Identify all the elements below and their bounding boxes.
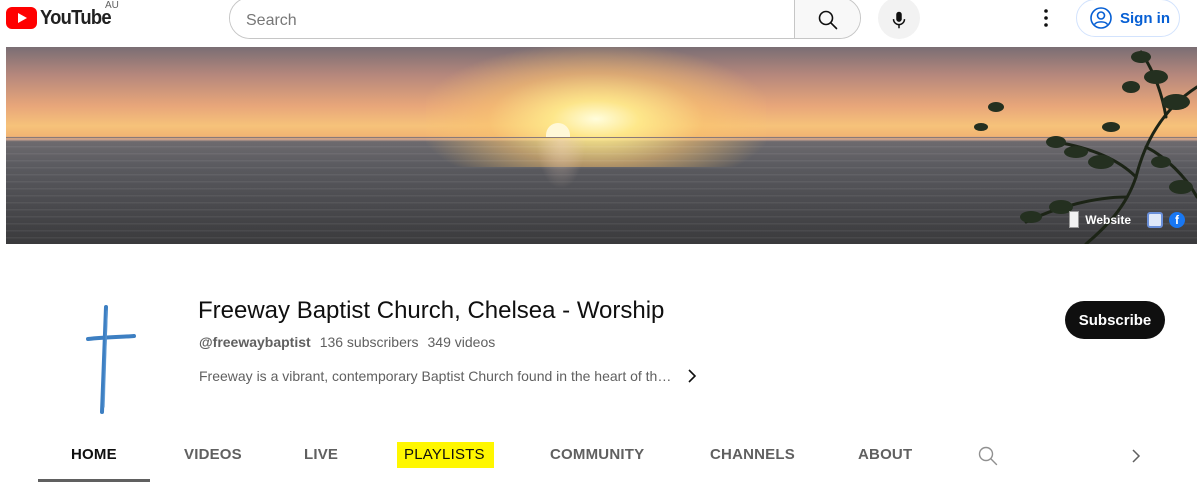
channel-tabs: HOME VIDEOS LIVE PLAYLISTS COMMUNITY CHA… bbox=[0, 432, 1200, 482]
channel-avatar[interactable] bbox=[60, 287, 150, 417]
more-vert-icon bbox=[1044, 9, 1048, 27]
video-count: 349 videos bbox=[427, 334, 496, 350]
website-favicon-icon bbox=[1069, 211, 1080, 228]
tab-videos[interactable]: VIDEOS bbox=[184, 446, 242, 463]
website-link[interactable]: Website bbox=[1069, 211, 1131, 228]
sign-in-button[interactable]: Sign in bbox=[1076, 0, 1180, 37]
facebook-icon[interactable]: f bbox=[1169, 211, 1185, 228]
website-link-label: Website bbox=[1085, 212, 1131, 227]
channel-name: Freeway Baptist Church, Chelsea - Worshi… bbox=[198, 297, 665, 324]
search-button[interactable] bbox=[794, 0, 860, 38]
tab-about[interactable]: ABOUT bbox=[858, 446, 912, 463]
tab-community[interactable]: COMMUNITY bbox=[550, 446, 644, 463]
voice-search-button[interactable] bbox=[878, 0, 920, 39]
youtube-logo-icon bbox=[6, 7, 37, 29]
search-input[interactable] bbox=[230, 0, 794, 38]
search-box bbox=[229, 0, 861, 39]
cross-avatar-icon bbox=[86, 305, 136, 414]
tab-channels[interactable]: CHANNELS bbox=[710, 446, 795, 463]
description-text: Freeway is a vibrant, contemporary Bapti… bbox=[199, 368, 672, 384]
channel-banner: Website f bbox=[6, 47, 1197, 244]
channel-handle: @freewaybaptist bbox=[199, 334, 311, 350]
country-code: AU bbox=[105, 0, 119, 11]
globe-favicon-icon[interactable] bbox=[1147, 211, 1163, 228]
sun-reflection bbox=[536, 139, 586, 189]
active-tab-underline bbox=[38, 479, 150, 482]
banner-links: Website f bbox=[1069, 211, 1185, 228]
sign-in-label: Sign in bbox=[1120, 9, 1170, 27]
channel-description[interactable]: Freeway is a vibrant, contemporary Bapti… bbox=[199, 368, 697, 384]
masthead: YouTube AU Sign in bbox=[0, 0, 1200, 42]
tabs-next-chevron-icon[interactable] bbox=[1126, 446, 1146, 466]
subscribe-button[interactable]: Subscribe bbox=[1065, 301, 1165, 339]
account-circle-icon bbox=[1090, 7, 1112, 29]
logo-text: YouTube bbox=[40, 6, 112, 29]
search-icon bbox=[818, 10, 837, 30]
chevron-right-icon bbox=[687, 369, 697, 383]
channel-meta: @freewaybaptist 136 subscribers 349 vide… bbox=[199, 334, 495, 350]
channel-search-icon[interactable] bbox=[976, 444, 1000, 468]
tab-live[interactable]: LIVE bbox=[304, 446, 338, 463]
youtube-logo[interactable]: YouTube bbox=[6, 4, 117, 32]
subscriber-count: 136 subscribers bbox=[319, 334, 419, 350]
settings-menu-button[interactable] bbox=[1034, 4, 1058, 32]
microphone-icon bbox=[892, 11, 906, 29]
tab-playlists[interactable]: PLAYLISTS bbox=[404, 446, 485, 463]
tab-home[interactable]: HOME bbox=[71, 446, 117, 463]
